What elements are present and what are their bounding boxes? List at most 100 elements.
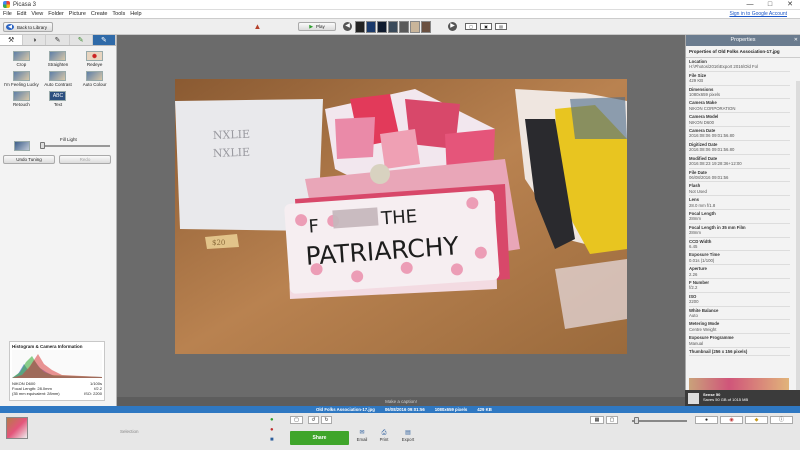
property-row: Dimensions 1080x659 pixels [689, 86, 790, 100]
redeye-icon [86, 51, 104, 61]
brush-color-icon[interactable]: ✎ [70, 35, 93, 45]
print-label: Print [379, 437, 389, 442]
filmstrip-thumb[interactable] [377, 21, 387, 33]
filmstrip-thumb[interactable] [355, 21, 365, 33]
people-icon[interactable]: ● [695, 416, 718, 424]
menu-picture[interactable]: Picture [69, 11, 86, 17]
auto-contrast-tool[interactable]: Auto Contrast [40, 71, 77, 87]
tags-icon[interactable]: ◆ [745, 416, 768, 424]
play-label: Play [316, 24, 325, 29]
back-arrow-icon: ◀ [6, 24, 14, 30]
property-row: Lens 28.0 mm f/1.8 [689, 196, 790, 210]
menu-file[interactable]: File [3, 11, 12, 17]
property-row: Camera Model NIKON D600 [689, 113, 790, 128]
photo[interactable]: NXLIE NXLIE F THE PATRIARCHY $20 [175, 79, 627, 354]
menu-view[interactable]: View [31, 11, 43, 17]
back-to-library-button[interactable]: ◀ Back to Library [3, 22, 53, 32]
redeye-tool[interactable]: Redeye [76, 51, 113, 67]
filmstrip-thumb[interactable] [366, 21, 376, 33]
grid-view-icon[interactable]: ▦ [590, 416, 604, 424]
property-row: Focal Length in 35 mm Film 28mm [689, 224, 790, 238]
sign-in-link[interactable]: Sign in to Google Account [729, 11, 787, 17]
caption-field[interactable]: Make a caption! [117, 397, 685, 406]
print-button[interactable]: ⎙ Print [374, 430, 394, 442]
property-row: Thumbnail (256 x 156 pixels) [689, 348, 790, 357]
brush-blue-icon[interactable]: ✎ [92, 35, 117, 45]
menu-create[interactable]: Create [91, 11, 108, 17]
property-row: File Date 06/08/2016 09:01:56 [689, 169, 790, 183]
tray-view-icon[interactable]: ▢ [290, 416, 303, 424]
filmstrip-thumb[interactable] [388, 21, 398, 33]
properties-scrollbar[interactable] [796, 81, 800, 411]
email-button[interactable]: ✉ Email [352, 430, 372, 442]
property-row: White Balance Auto [689, 307, 790, 321]
clear-icon[interactable]: ● [270, 427, 274, 434]
zoom-out-icon[interactable]: ▢ [606, 416, 618, 424]
info-icon[interactable]: ⓘ [770, 416, 793, 424]
notification-toast[interactable]: Sense 50 Saves 50 GB of 1015 MB [685, 390, 800, 407]
rotate-right-icon[interactable]: ↻ [321, 416, 332, 424]
zoom-slider-knob[interactable] [634, 417, 639, 424]
property-value: Auto [689, 313, 698, 319]
property-value: 6.45 [689, 243, 698, 249]
status-bar: Old Folks Association-17.jpg 06/08/2016 … [0, 406, 800, 413]
svg-text:NXLIE: NXLIE [213, 128, 251, 142]
previous-photo-icon[interactable]: ◀ [343, 22, 352, 31]
property-row: ISO 2200 [689, 293, 790, 307]
fill-light-slider[interactable] [40, 142, 110, 149]
tool-label: Straighten [47, 62, 69, 67]
zoom-slider[interactable] [632, 417, 687, 424]
wrench-icon[interactable]: ⚒ [0, 35, 24, 45]
hold-icon[interactable]: ● [270, 417, 274, 424]
property-value: f/2.2 [689, 285, 698, 291]
photo-text-f: F [308, 216, 320, 238]
property-row: F Number f/2.2 [689, 279, 790, 293]
text-tool[interactable]: ABC Text [40, 91, 77, 107]
property-row: Camera Make NIKON CORPORATION [689, 99, 790, 114]
rotate-left-icon[interactable]: ↺ [308, 416, 319, 424]
filmstrip-thumb[interactable] [421, 21, 431, 33]
property-row: Focal Length 28mm [689, 210, 790, 224]
places-icon[interactable]: ◉ [720, 416, 743, 424]
retouch-tool[interactable]: Retouch [3, 91, 40, 107]
property-row: Metering Mode Centre Weight [689, 320, 790, 335]
close-properties-icon[interactable]: ✕ [794, 35, 798, 46]
zoom-view-icon[interactable]: ▤ [495, 23, 507, 30]
menu-folder[interactable]: Folder [48, 11, 64, 17]
property-key: Thumbnail (256 x 156 pixels) [689, 349, 748, 355]
tray-thumbnail[interactable] [6, 417, 28, 439]
brush-icon[interactable]: ✎ [46, 35, 70, 45]
menu-help[interactable]: Help [130, 11, 141, 17]
close-icon[interactable]: ✕ [780, 0, 800, 10]
actual-size-icon[interactable]: ▣ [480, 23, 492, 30]
straighten-tool[interactable]: Straighten [40, 51, 77, 67]
fit-view-icon[interactable]: ▢ [465, 23, 477, 30]
play-button[interactable]: ▶ Play [298, 22, 336, 31]
price-tag-text: $20 [212, 239, 225, 247]
minimize-icon[interactable]: — [740, 0, 760, 10]
export-button[interactable]: ▤ Export [398, 430, 418, 442]
next-photo-icon[interactable]: ▶ [448, 22, 457, 31]
magic-hat-icon[interactable]: ▲ [252, 22, 263, 32]
print-icon: ⎙ [381, 430, 387, 436]
filmstrip-thumb[interactable] [410, 21, 420, 33]
add-to-album-icon[interactable]: ■ [270, 437, 274, 444]
property-value: 06/08/2016 09:01:56 [689, 174, 729, 180]
share-button[interactable]: Share [290, 431, 349, 445]
redo-button[interactable]: Redo [59, 155, 111, 164]
property-value: 28mm [689, 230, 701, 236]
undo-tuning-button[interactable]: Undo Tuning [3, 155, 55, 164]
contrast-icon[interactable]: ◑ [23, 35, 47, 45]
email-icon: ✉ [359, 430, 365, 436]
crop-tool[interactable]: Crop [3, 51, 40, 67]
property-value: H:\Photos\2016\Export 2016\Old Fol [689, 64, 759, 70]
feeling-lucky-tool[interactable]: I'm Feeling Lucky [3, 71, 40, 87]
property-value: 2016:08:06 09:01:56.80 [689, 147, 735, 153]
auto-colour-tool[interactable]: Auto Colour [76, 71, 113, 87]
tray-side-buttons: ● ● ■ [270, 417, 274, 444]
maximize-icon[interactable]: □ [760, 0, 780, 10]
menu-edit[interactable]: Edit [17, 11, 26, 17]
menu-tools[interactable]: Tools [112, 11, 125, 17]
fill-light-slider-knob[interactable] [40, 142, 45, 149]
filmstrip-thumb[interactable] [399, 21, 409, 33]
